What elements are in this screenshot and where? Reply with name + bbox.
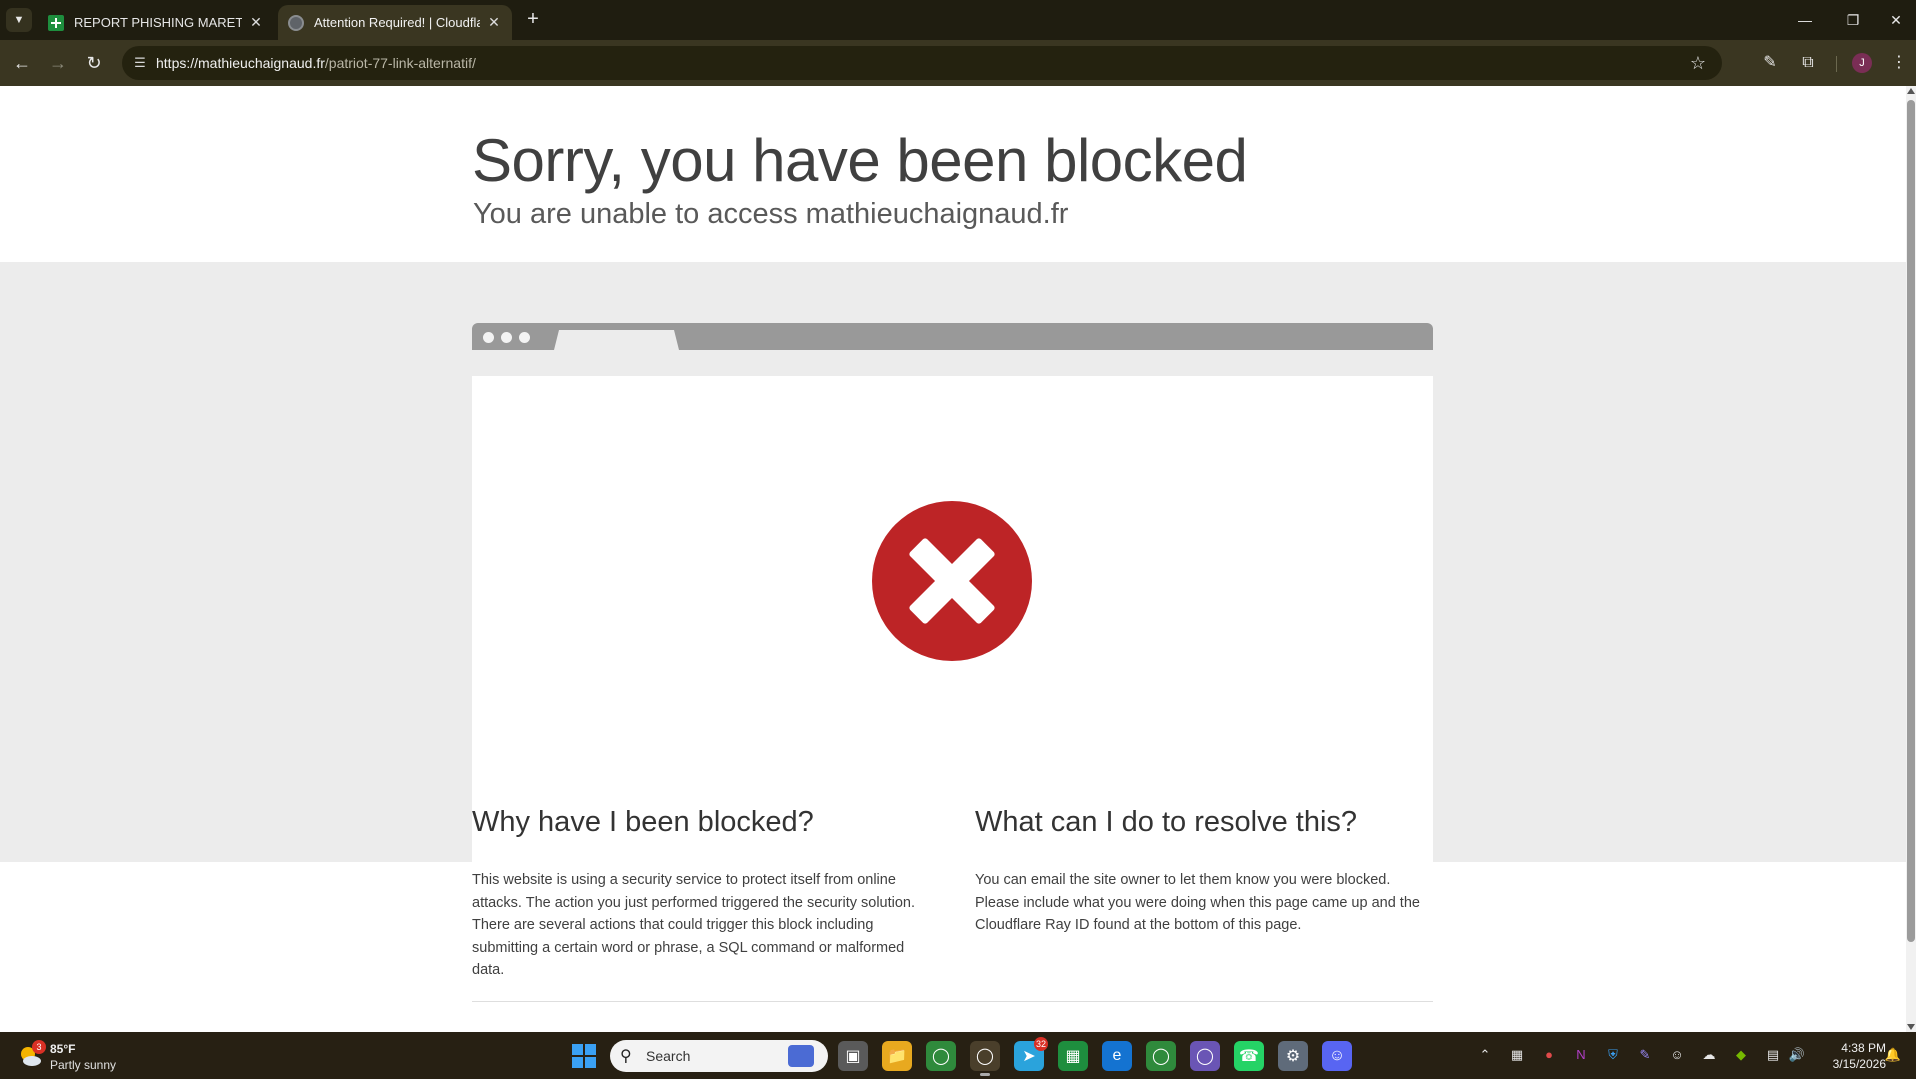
footer-divider bbox=[472, 1001, 1433, 1002]
windows-logo-icon bbox=[572, 1057, 583, 1068]
tray-onenote-icon[interactable]: N bbox=[1572, 1046, 1590, 1064]
chrome-icon[interactable]: ◯ bbox=[970, 1041, 1000, 1076]
page-subtitle: You are unable to access mathieuchaignau… bbox=[473, 198, 1069, 230]
edge-icon[interactable]: e bbox=[1102, 1041, 1132, 1071]
illustration-dot bbox=[483, 332, 494, 343]
clock-date: 3/15/2026 bbox=[1832, 1057, 1886, 1071]
start-button[interactable] bbox=[572, 1044, 596, 1068]
windows-logo-icon bbox=[585, 1044, 596, 1055]
error-x-icon bbox=[872, 501, 1032, 661]
search-icon: ⚲ bbox=[620, 1048, 632, 1065]
scroll-down-arrow-icon[interactable] bbox=[1907, 1024, 1915, 1030]
forward-button[interactable]: → bbox=[46, 51, 70, 75]
windows-logo-icon bbox=[585, 1057, 596, 1068]
new-tab-button[interactable]: + bbox=[520, 8, 546, 32]
taskbar: 3 85°F Partly sunny ⚲ Search ▣ 📁 ◯ ◯ ➤ 32… bbox=[0, 1032, 1916, 1079]
address-bar[interactable]: ☰ https://mathieuchaignaud.fr/patriot-77… bbox=[122, 46, 1722, 80]
resolve-section: What can I do to resolve this? You can e… bbox=[975, 806, 1435, 937]
tray-overflow-chevron-icon[interactable]: ⌃ bbox=[1476, 1046, 1494, 1064]
block-header: Sorry, you have been blocked You are una… bbox=[0, 86, 1906, 262]
taskbar-clock[interactable]: 4:38 PM 3/15/2026 bbox=[1816, 1040, 1886, 1072]
page-viewport: Sorry, you have been blocked You are una… bbox=[0, 86, 1906, 1032]
windows-logo-icon bbox=[572, 1044, 583, 1055]
chrome-profile-m-icon[interactable]: ◯ bbox=[1190, 1041, 1220, 1071]
file-explorer-icon[interactable]: 📁 bbox=[882, 1041, 912, 1071]
url-path: /patriot-77-link-alternatif/ bbox=[324, 55, 476, 71]
sheets-app-icon[interactable]: ▦ bbox=[1058, 1041, 1088, 1071]
tab-cloudflare[interactable]: Attention Required! | Cloudflare ✕ bbox=[278, 5, 512, 40]
close-icon[interactable]: ✕ bbox=[248, 14, 264, 31]
weather-condition: Partly sunny bbox=[50, 1058, 117, 1072]
illustration-dot bbox=[501, 332, 512, 343]
toolbar-divider bbox=[1836, 56, 1837, 72]
minimize-button[interactable]: — bbox=[1785, 6, 1825, 34]
browser-toolbar: ← → ↻ ☰ https://mathieuchaignaud.fr/patr… bbox=[0, 40, 1916, 86]
illustration-browser-window bbox=[472, 376, 1433, 862]
notification-bell-icon[interactable]: 🔔 bbox=[1884, 1046, 1902, 1064]
task-view-icon[interactable]: ▣ bbox=[838, 1041, 868, 1071]
close-window-button[interactable]: ✕ bbox=[1876, 6, 1916, 34]
tray-calendar-icon[interactable]: ● bbox=[1540, 1046, 1558, 1064]
settings-gear-icon[interactable]: ⚙ bbox=[1278, 1041, 1308, 1071]
why-blocked-heading: Why have I been blocked? bbox=[472, 806, 814, 838]
restore-button[interactable]: ❐ bbox=[1833, 6, 1873, 34]
scroll-up-arrow-icon[interactable] bbox=[1907, 88, 1915, 94]
scrollbar-thumb[interactable] bbox=[1907, 100, 1915, 942]
weather-badge: 3 bbox=[32, 1040, 46, 1054]
tab-title: Attention Required! | Cloudflare bbox=[314, 15, 480, 30]
tab-search-button[interactable]: ▼ bbox=[6, 8, 32, 32]
clock-time: 4:38 PM bbox=[1841, 1041, 1886, 1055]
tray-pen-icon[interactable]: ✎ bbox=[1636, 1046, 1654, 1064]
telegram-icon[interactable]: ➤ 32 bbox=[1014, 1037, 1048, 1071]
tray-nvidia-icon[interactable]: ◆ bbox=[1732, 1046, 1750, 1064]
tab-strip: ▼ REPORT PHISHING MARET 2026 ✕ Attention… bbox=[0, 0, 1916, 40]
tab-report-phishing[interactable]: REPORT PHISHING MARET 2026 ✕ bbox=[38, 5, 274, 40]
back-button[interactable]: ← bbox=[10, 51, 34, 75]
extension-profile-icon[interactable]: ✎ bbox=[1758, 51, 1782, 75]
tray-app-icon[interactable]: ▦ bbox=[1508, 1046, 1526, 1064]
url-host: https://mathieuchaignaud.fr bbox=[156, 55, 325, 71]
reload-button[interactable]: ↻ bbox=[82, 51, 106, 75]
weather-temperature: 85°F bbox=[50, 1042, 76, 1056]
tray-volume-icon[interactable]: 🔊 bbox=[1788, 1046, 1806, 1064]
menu-kebab-icon[interactable]: ⋮ bbox=[1887, 51, 1911, 75]
tray-discord-icon[interactable]: ☺ bbox=[1668, 1046, 1686, 1064]
sheets-icon bbox=[48, 14, 64, 31]
resolve-heading: What can I do to resolve this? bbox=[975, 806, 1358, 838]
taskbar-search-label: Search bbox=[646, 1048, 691, 1064]
whatsapp-icon[interactable]: ☎ bbox=[1234, 1041, 1264, 1071]
why-blocked-section: Why have I been blocked? This website is… bbox=[472, 806, 932, 982]
chrome-alt-icon[interactable]: ◯ bbox=[1146, 1041, 1176, 1071]
tray-cloud-off-icon[interactable]: ☁ bbox=[1700, 1046, 1718, 1064]
profile-avatar[interactable]: J bbox=[1852, 53, 1872, 73]
resolve-text: You can email the site owner to let them… bbox=[975, 872, 1420, 933]
illustration-dot bbox=[519, 332, 530, 343]
active-indicator bbox=[980, 1073, 990, 1076]
search-highlight-icon bbox=[788, 1045, 814, 1067]
globe-icon bbox=[288, 14, 304, 31]
tray-defender-icon[interactable]: ⛨ bbox=[1604, 1046, 1622, 1064]
tray-network-icon[interactable]: ▤ bbox=[1764, 1046, 1782, 1064]
telegram-badge: 32 bbox=[1033, 1037, 1048, 1051]
illustration-browser-tab bbox=[554, 330, 679, 350]
site-info-icon[interactable]: ☰ bbox=[132, 55, 148, 71]
tab-title: REPORT PHISHING MARET 2026 bbox=[74, 15, 242, 30]
chrome-profile-icon[interactable]: ◯ bbox=[926, 1041, 956, 1071]
url-text[interactable]: https://mathieuchaignaud.fr/patriot-77-l… bbox=[156, 55, 476, 71]
close-icon[interactable]: ✕ bbox=[486, 14, 502, 31]
extensions-puzzle-icon[interactable]: ⧉ bbox=[1796, 51, 1820, 75]
why-blocked-text: This website is using a security service… bbox=[472, 872, 916, 978]
bookmark-star-icon[interactable]: ☆ bbox=[1690, 53, 1706, 73]
page-title: Sorry, you have been blocked bbox=[472, 127, 1248, 194]
taskbar-search[interactable]: ⚲ Search bbox=[610, 1040, 828, 1072]
discord-icon[interactable]: ☺ bbox=[1322, 1041, 1352, 1071]
page-scrollbar[interactable] bbox=[1906, 86, 1916, 1032]
